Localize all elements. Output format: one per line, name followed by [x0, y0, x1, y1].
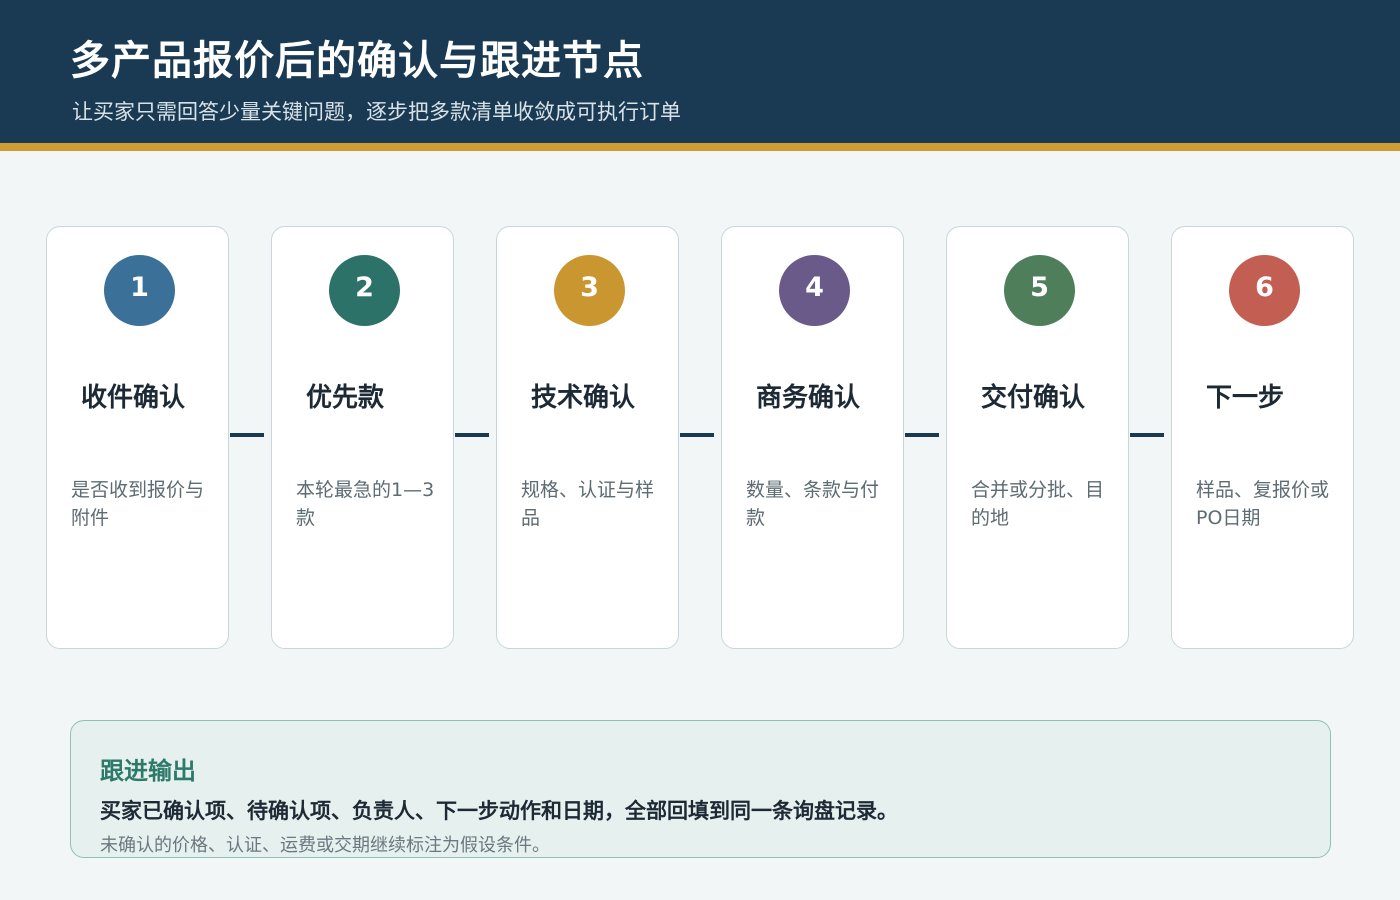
step-connector — [680, 433, 714, 437]
step-card-5: 5 交付确认合并或分批、目的地 — [946, 226, 1129, 649]
step-card-3: 3 技术确认规格、认证与样品 — [496, 226, 679, 649]
step-description: 数量、条款与付款 — [746, 479, 880, 529]
output-summary-box: 跟进输出 买家已确认项、待确认项、负责人、下一步动作和日期，全部回填到同一条询盘… — [70, 720, 1331, 858]
step-description: 是否收到报价与附件 — [71, 479, 205, 529]
step-connector — [230, 433, 264, 437]
step-title: 收件确认 — [81, 383, 186, 413]
step-connector — [455, 433, 489, 437]
output-note: 未确认的价格、认证、运费或交期继续标注为假设条件。 — [100, 835, 550, 856]
step-title: 商务确认 — [756, 383, 861, 413]
step-card-2: 2 优先款本轮最急的1—3款 — [271, 226, 454, 649]
step-number-badge: 4 — [779, 255, 850, 326]
step-number-badge: 2 — [329, 255, 400, 326]
step-title: 交付确认 — [981, 383, 1086, 413]
output-main-text: 买家已确认项、待确认项、负责人、下一步动作和日期，全部回填到同一条询盘记录。 — [100, 799, 898, 823]
step-number-badge: 5 — [1004, 255, 1075, 326]
step-title: 技术确认 — [531, 383, 636, 413]
step-title: 优先款 — [306, 383, 385, 413]
step-description: 规格、认证与样品 — [521, 479, 655, 529]
step-title: 下一步 — [1206, 383, 1285, 413]
step-connector — [1130, 433, 1164, 437]
step-description: 样品、复报价或PO日期 — [1196, 479, 1330, 529]
step-card-6: 6 下一步样品、复报价或PO日期 — [1171, 226, 1354, 649]
step-description: 合并或分批、目的地 — [971, 479, 1105, 529]
step-card-4: 4 商务确认数量、条款与付款 — [721, 226, 904, 649]
step-connector — [905, 433, 939, 437]
step-description: 本轮最急的1—3款 — [296, 479, 435, 529]
step-number-badge: 1 — [104, 255, 175, 326]
output-title: 跟进输出 — [100, 757, 196, 785]
step-card-1: 1 收件确认是否收到报价与附件 — [46, 226, 229, 649]
step-number-badge: 3 — [554, 255, 625, 326]
step-number-badge: 6 — [1229, 255, 1300, 326]
